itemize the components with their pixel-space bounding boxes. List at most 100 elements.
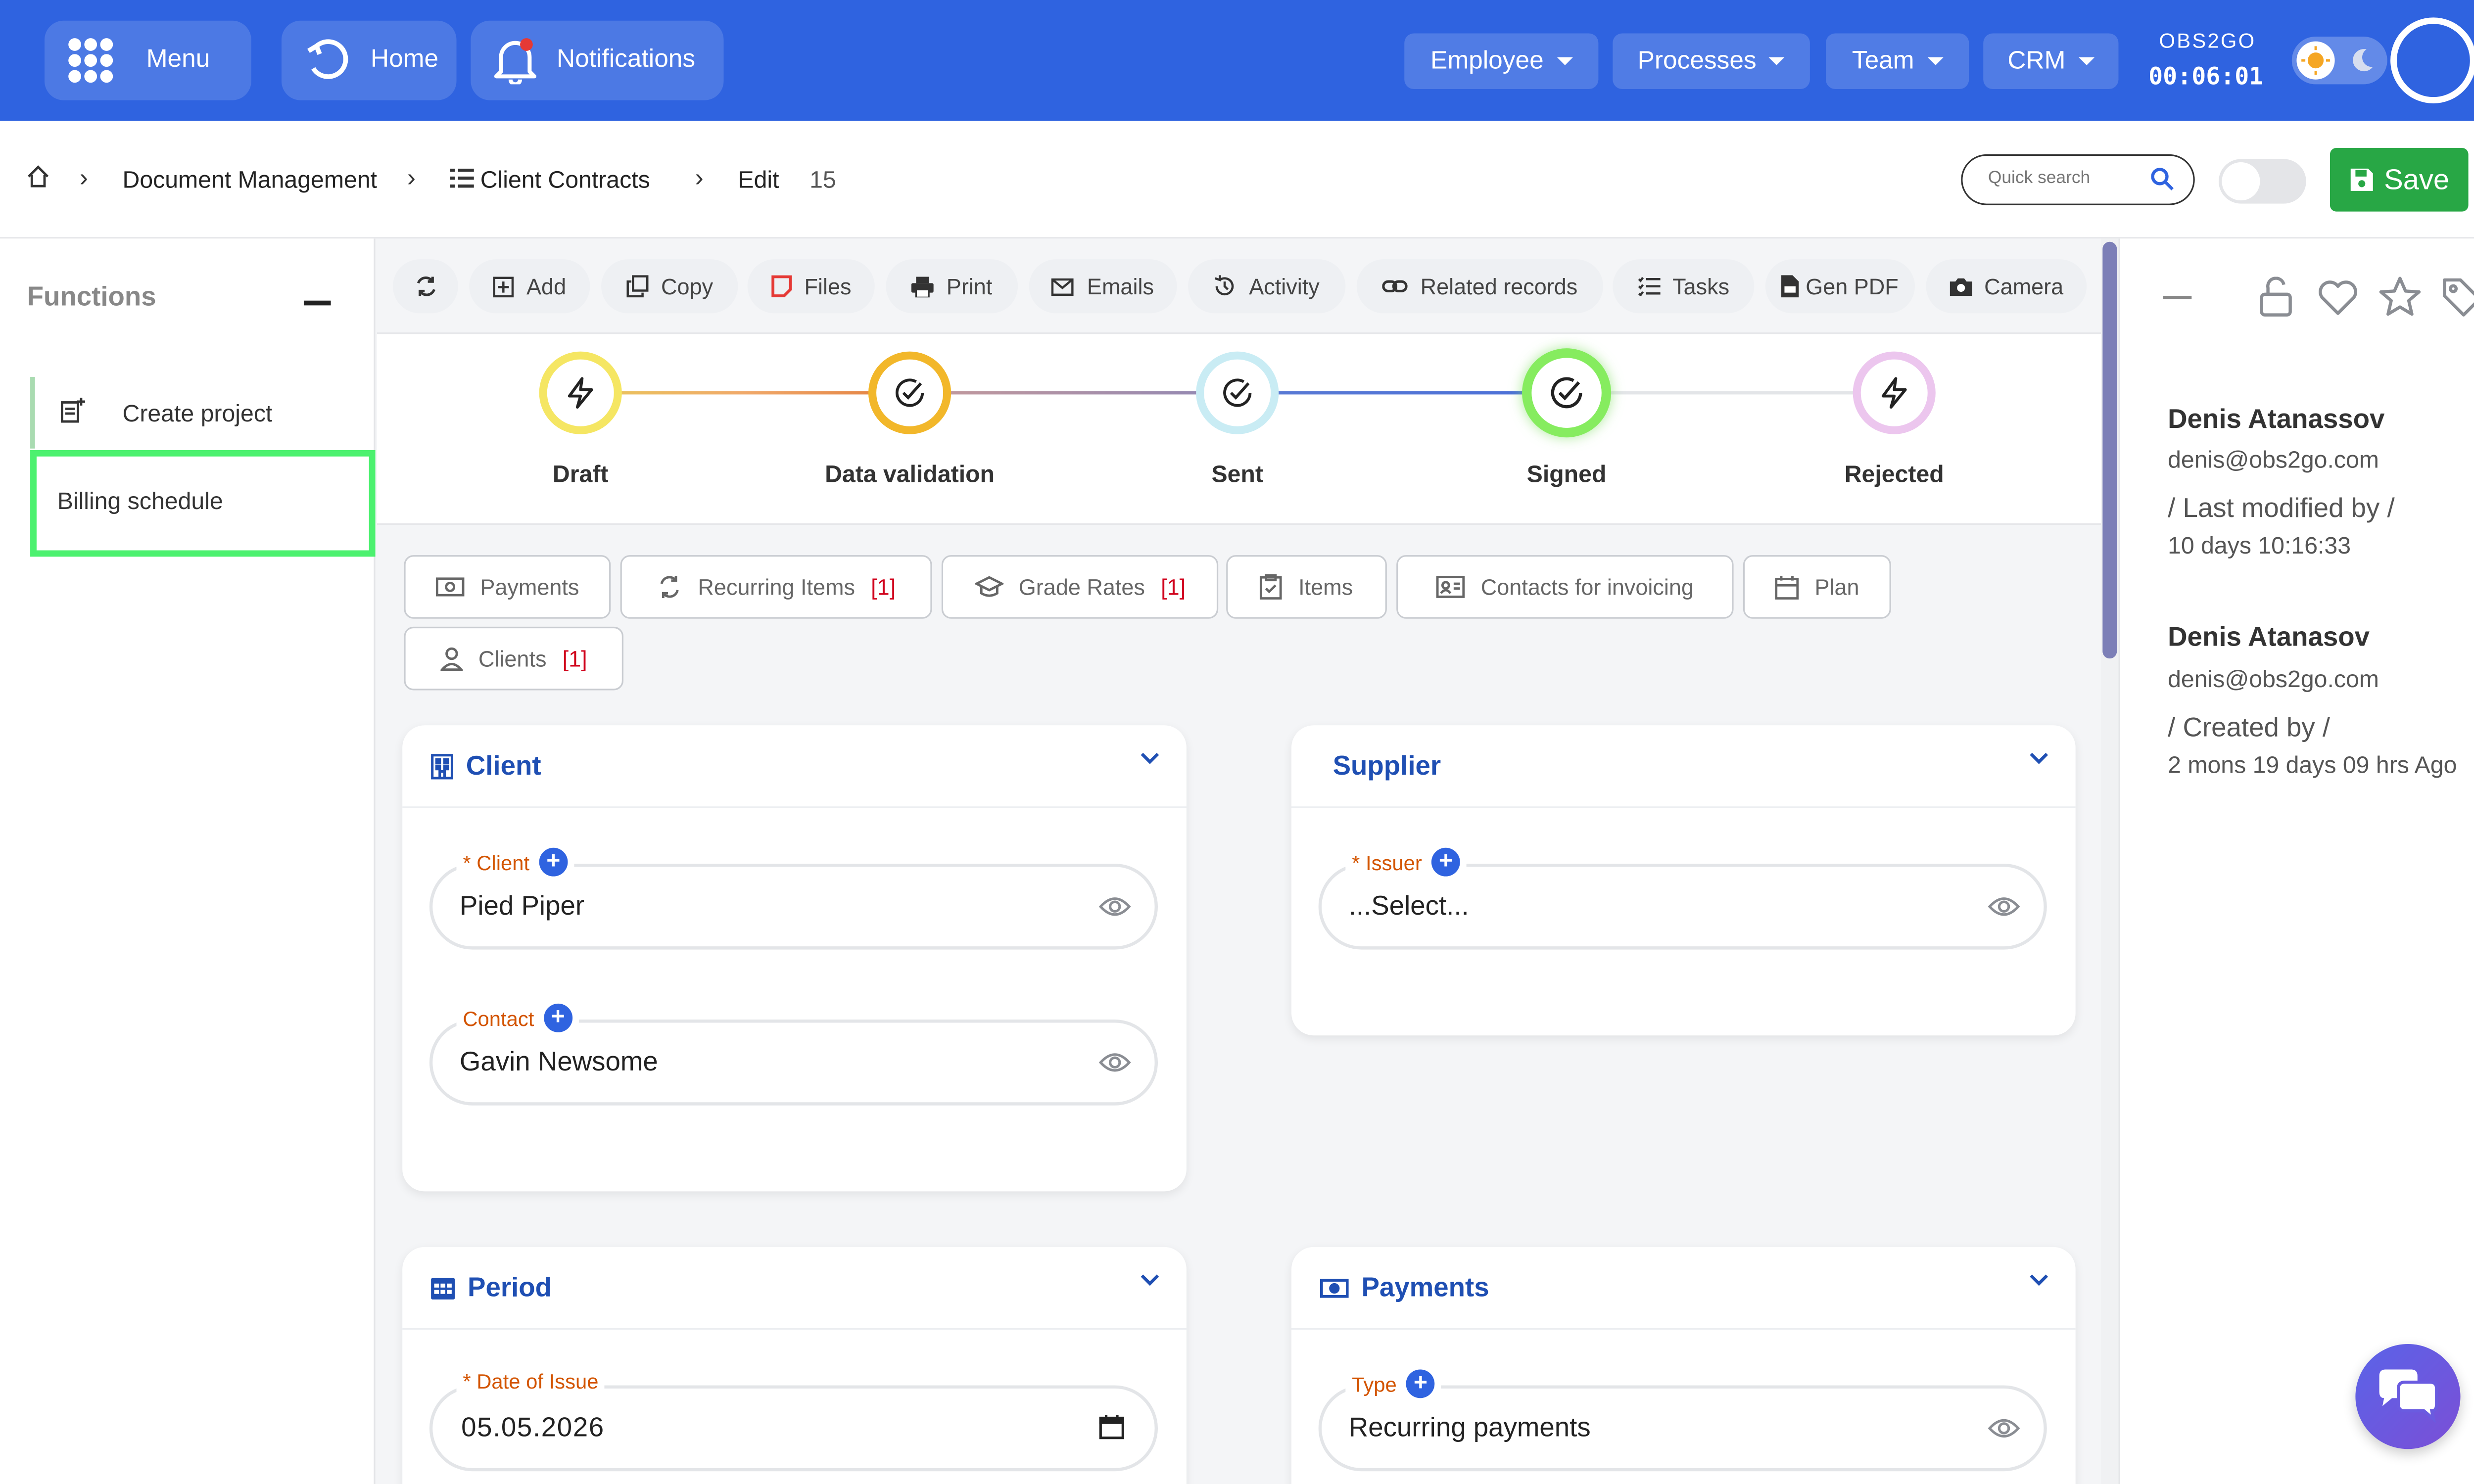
breadcrumb-section[interactable]: Document Management bbox=[123, 167, 378, 194]
tab-label: Grade Rates bbox=[1018, 574, 1145, 600]
date-of-issue-input[interactable]: 05.05.2026 bbox=[429, 1385, 1158, 1472]
crm-dropdown-label: CRM bbox=[2007, 46, 2066, 74]
tab-plan[interactable]: Plan bbox=[1743, 555, 1891, 619]
stage-connector bbox=[1567, 391, 1895, 395]
unlock-icon[interactable] bbox=[2258, 277, 2293, 318]
employee-dropdown[interactable]: Employee bbox=[1404, 33, 1599, 90]
chevron-down-icon[interactable] bbox=[2029, 1274, 2048, 1287]
payments-card-header[interactable]: Payments bbox=[1291, 1247, 2076, 1330]
tasks-button[interactable]: Tasks bbox=[1613, 259, 1755, 314]
modified-by-name: Denis Atanassov bbox=[2168, 404, 2385, 434]
main-scrollbar-thumb[interactable] bbox=[2102, 241, 2117, 659]
eye-icon[interactable] bbox=[1988, 895, 2020, 918]
tab-label: Clients bbox=[478, 646, 547, 671]
supplier-card-header[interactable]: Supplier bbox=[1291, 725, 2076, 808]
caret-down-icon bbox=[2078, 57, 2094, 65]
emails-button[interactable]: Emails bbox=[1029, 259, 1177, 314]
add-button[interactable]: Add bbox=[469, 259, 590, 314]
home-icon[interactable] bbox=[25, 164, 50, 189]
eye-icon[interactable] bbox=[1099, 895, 1131, 918]
employee-dropdown-label: Employee bbox=[1430, 46, 1544, 74]
processes-dropdown-label: Processes bbox=[1637, 46, 1757, 74]
stage-draft[interactable] bbox=[539, 351, 622, 434]
notifications-button[interactable]: Notifications bbox=[471, 20, 724, 100]
edit-mode-toggle[interactable] bbox=[2218, 159, 2306, 204]
activity-button[interactable]: Activity bbox=[1188, 259, 1346, 314]
save-button[interactable]: Save bbox=[2330, 148, 2469, 212]
collapse-minus-icon[interactable] bbox=[303, 300, 331, 306]
files-button[interactable]: Files bbox=[747, 259, 875, 314]
chat-launcher-button[interactable] bbox=[2355, 1344, 2461, 1449]
chevron-down-icon[interactable] bbox=[1141, 1274, 1160, 1287]
period-card-header[interactable]: Period bbox=[402, 1247, 1187, 1330]
home-refresh-icon bbox=[304, 37, 351, 84]
breadcrumb-action: Edit bbox=[738, 167, 779, 194]
task-list-icon bbox=[1637, 277, 1660, 296]
client-card-header[interactable]: Client bbox=[402, 725, 1187, 808]
stage-signed[interactable] bbox=[1522, 348, 1612, 438]
add-client-plus-icon[interactable]: + bbox=[539, 847, 568, 877]
function-item-billing-schedule[interactable]: Billing schedule bbox=[30, 450, 376, 557]
camera-button[interactable]: Camera bbox=[1926, 259, 2087, 314]
quick-search-input[interactable] bbox=[1988, 168, 2147, 188]
main-scrollbar-track[interactable] bbox=[2101, 238, 2119, 1484]
payments-card-title: Payments bbox=[1361, 1271, 1489, 1302]
supplier-card: Supplier ...Select... * Issuer + bbox=[1291, 725, 2076, 1036]
tab-grade-rates[interactable]: Grade Rates [1] bbox=[941, 555, 1219, 619]
team-dropdown[interactable]: Team bbox=[1826, 33, 1969, 90]
chevron-down-icon[interactable] bbox=[1141, 752, 1160, 765]
heart-icon[interactable] bbox=[2317, 280, 2359, 315]
add-payment-type-plus-icon[interactable]: + bbox=[1406, 1369, 1435, 1398]
issuer-select[interactable]: ...Select... bbox=[1318, 863, 2047, 950]
quick-search-box[interactable] bbox=[1961, 154, 2195, 205]
tab-contacts-for-invoicing[interactable]: Contacts for invoicing bbox=[1396, 555, 1734, 619]
tab-label: Items bbox=[1298, 574, 1353, 600]
eye-icon[interactable] bbox=[1099, 1051, 1131, 1073]
related-records-button[interactable]: Related records bbox=[1356, 259, 1604, 314]
tab-items[interactable]: Items bbox=[1226, 555, 1387, 619]
tab-clients[interactable]: Clients [1] bbox=[404, 626, 624, 691]
crm-dropdown[interactable]: CRM bbox=[1983, 33, 2119, 90]
payment-type-select[interactable]: Recurring payments bbox=[1318, 1385, 2047, 1472]
create-project-label: Create project bbox=[122, 401, 273, 428]
file-icon bbox=[771, 275, 792, 297]
tag-icon[interactable] bbox=[2441, 277, 2474, 318]
caret-down-icon bbox=[1927, 57, 1943, 65]
stage-data-validation[interactable] bbox=[868, 351, 952, 434]
refresh-button[interactable] bbox=[392, 259, 458, 314]
processes-dropdown[interactable]: Processes bbox=[1613, 33, 1810, 90]
breadcrumb-module[interactable]: Client Contracts bbox=[480, 167, 650, 194]
search-icon[interactable] bbox=[2150, 167, 2174, 191]
home-button[interactable]: Home bbox=[281, 20, 457, 100]
gen-pdf-button[interactable]: Gen PDF bbox=[1765, 259, 1915, 314]
stage-sent[interactable] bbox=[1196, 351, 1279, 434]
theme-toggle[interactable] bbox=[2291, 36, 2387, 85]
tab-recurring-items[interactable]: Recurring Items [1] bbox=[620, 555, 932, 619]
add-issuer-plus-icon[interactable]: + bbox=[1431, 847, 1460, 877]
toggle-knob bbox=[2222, 162, 2260, 201]
print-button[interactable]: Print bbox=[886, 259, 1018, 314]
user-avatar[interactable] bbox=[2390, 17, 2474, 104]
stage-rejected[interactable] bbox=[1853, 351, 1936, 434]
client-field[interactable]: Pied Piper bbox=[429, 863, 1158, 950]
collapse-minus-icon[interactable] bbox=[2163, 296, 2192, 299]
tab-label: Payments bbox=[480, 574, 579, 600]
user-icon bbox=[440, 647, 463, 670]
modified-time: 10 days 10:16:33 bbox=[2168, 533, 2351, 560]
add-contact-plus-icon[interactable]: + bbox=[543, 1003, 572, 1032]
eye-icon[interactable] bbox=[1988, 1417, 2020, 1439]
building-icon bbox=[431, 753, 454, 779]
copy-button[interactable]: Copy bbox=[601, 259, 738, 314]
check-circle-icon bbox=[894, 377, 925, 409]
chevron-down-icon[interactable] bbox=[2029, 752, 2048, 765]
activity-label: Activity bbox=[1249, 274, 1320, 299]
tab-payments[interactable]: Payments bbox=[404, 555, 611, 619]
contact-field[interactable]: Gavin Newsome bbox=[429, 1020, 1158, 1106]
calendar-picker-icon[interactable] bbox=[1099, 1414, 1124, 1439]
payments-card: Payments Recurring payments Type + bbox=[1291, 1247, 2076, 1484]
function-item-create-project[interactable]: Create project bbox=[35, 377, 372, 449]
star-icon[interactable] bbox=[2379, 277, 2421, 316]
menu-button[interactable]: Menu bbox=[45, 20, 251, 100]
created-time: 2 mons 19 days 09 hrs Ago bbox=[2168, 752, 2457, 780]
refresh-icon bbox=[414, 275, 436, 297]
